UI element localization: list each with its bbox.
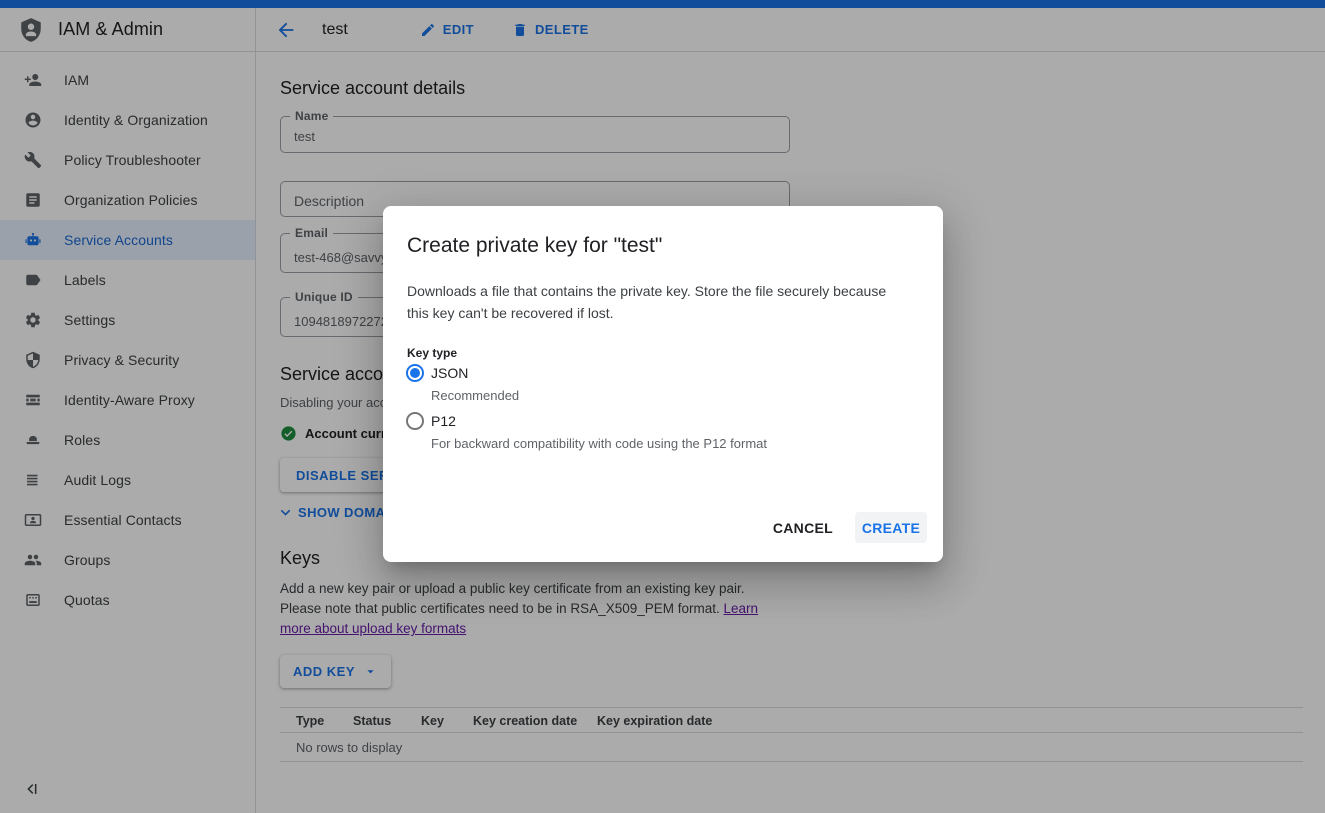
json-option-description: Recommended bbox=[431, 388, 519, 403]
p12-option-description: For backward compatibility with code usi… bbox=[431, 436, 767, 451]
dialog-body-text: Downloads a file that contains the priva… bbox=[407, 280, 909, 324]
p12-option-label[interactable]: P12 bbox=[431, 413, 456, 429]
dialog-title: Create private key for "test" bbox=[407, 234, 662, 258]
create-private-key-dialog: Create private key for "test" Downloads … bbox=[383, 206, 943, 562]
create-button[interactable]: CREATE bbox=[855, 512, 927, 543]
p12-radio-button[interactable] bbox=[406, 412, 424, 430]
json-radio-button[interactable] bbox=[406, 364, 424, 382]
key-type-label: Key type bbox=[407, 346, 457, 360]
app-root: IAM & Admin IAM Identity & Organization … bbox=[0, 0, 1325, 813]
json-option-label[interactable]: JSON bbox=[431, 365, 468, 381]
cancel-button[interactable]: CANCEL bbox=[773, 512, 833, 543]
